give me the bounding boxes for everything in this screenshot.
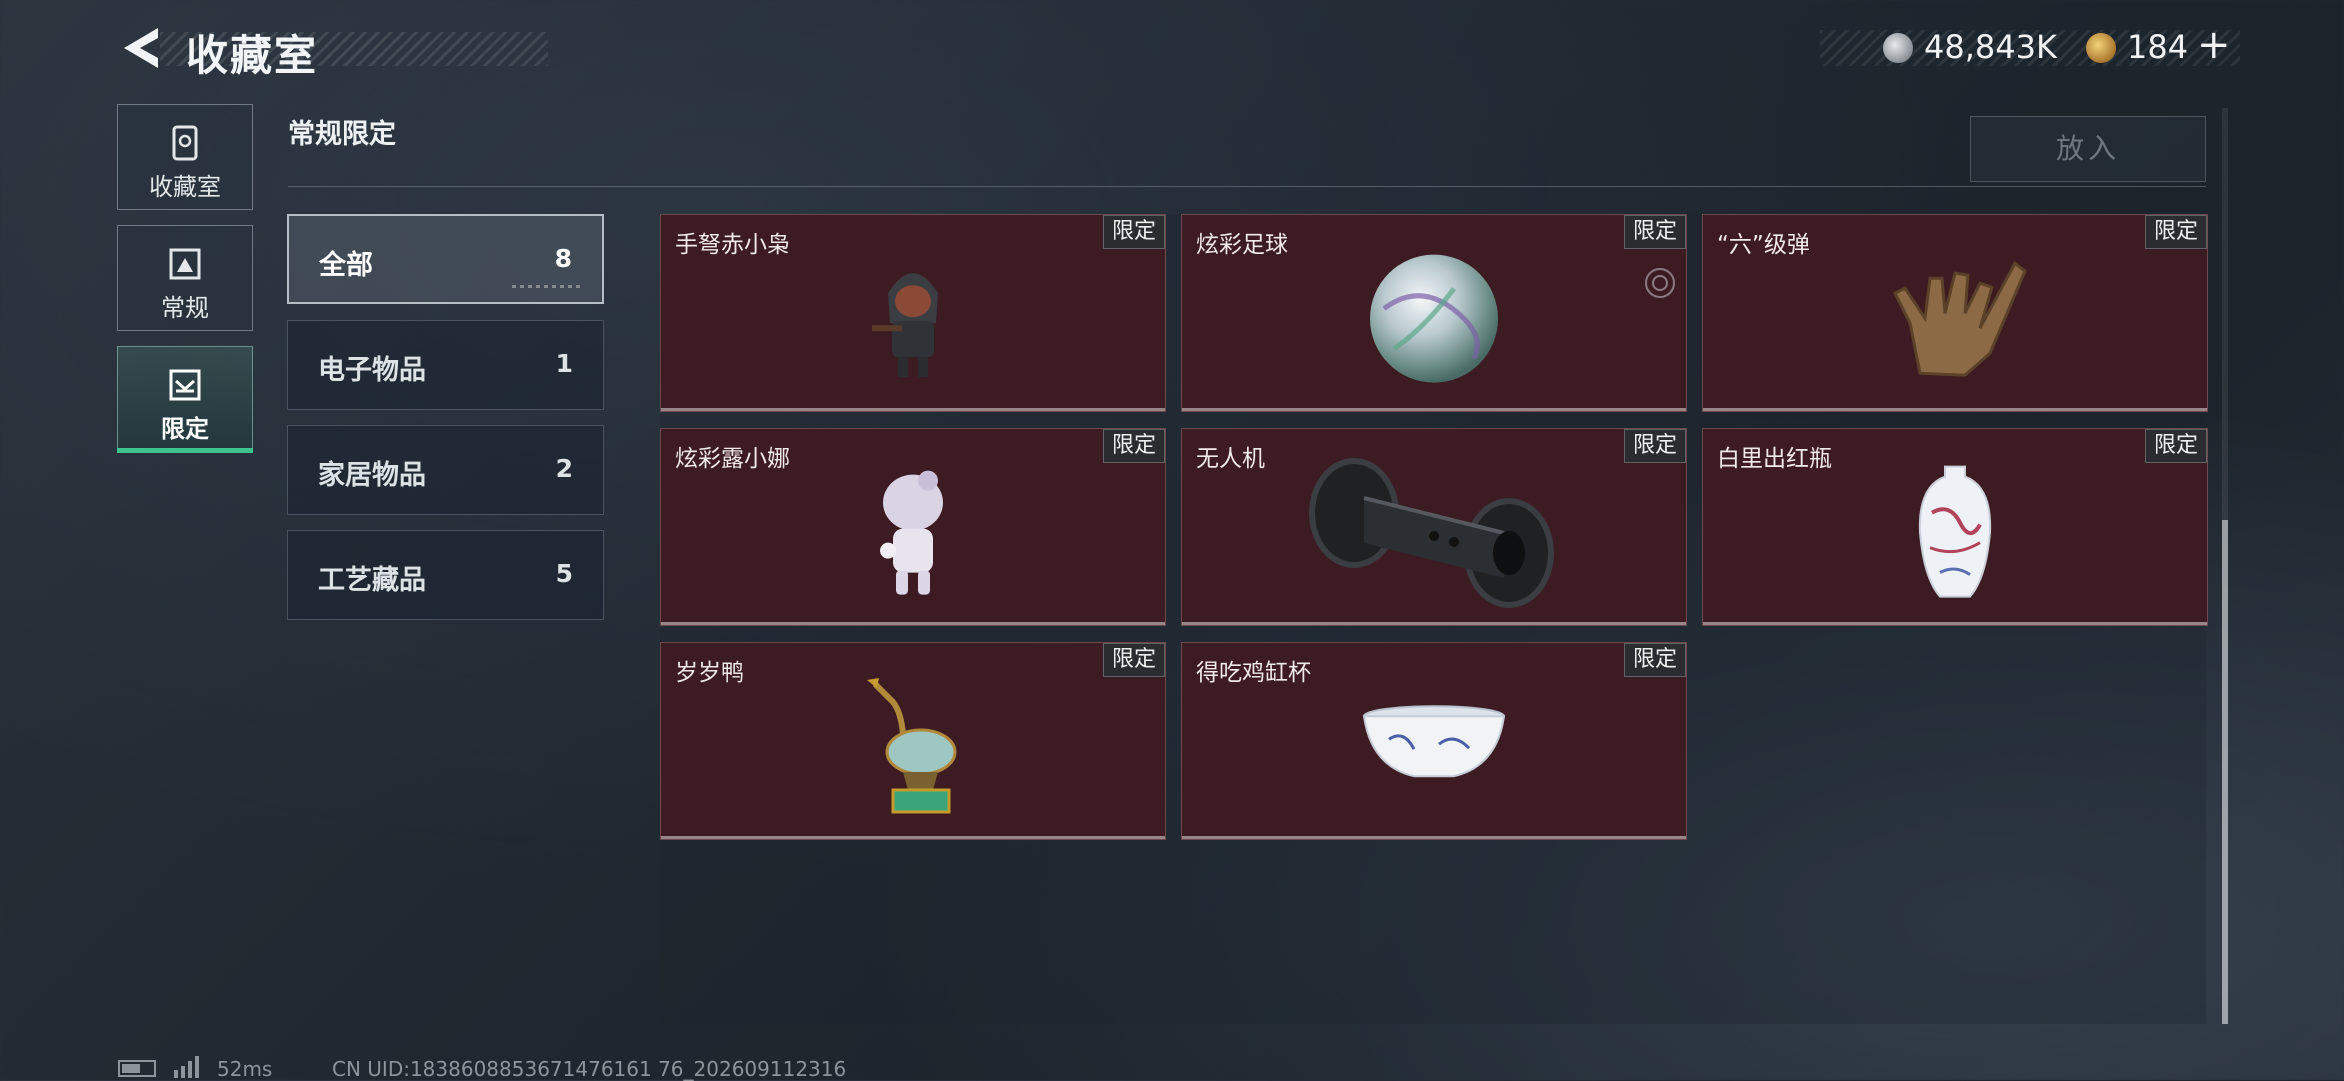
item-card[interactable]: 得吃鸡缸杯 限定 [1181, 642, 1687, 840]
section-divider [288, 186, 2206, 187]
item-name: 岁岁鸭 [675, 660, 744, 686]
item-card[interactable]: 白里出红瓶 限定 [1702, 428, 2208, 626]
uid-text: CN UID:1838608853671476161 76_2026091123… [332, 1057, 847, 1081]
limited-tag: 限定 [1103, 643, 1165, 677]
nav-limited[interactable]: 限定 [117, 346, 253, 452]
limited-tag: 限定 [1103, 429, 1165, 463]
category-name: 电子物品 [318, 355, 426, 386]
bronze-hand-icon [1892, 260, 2027, 377]
currency-secondary-value: 184 [2127, 28, 2189, 66]
limited-icon [169, 369, 201, 401]
category-count: 8 [554, 244, 572, 273]
category-decoration [512, 285, 582, 288]
item-card[interactable]: 炫彩足球 限定 [1181, 214, 1687, 412]
item-card[interactable]: 无人机 限定 [1181, 428, 1687, 626]
limited-tag: 限定 [2145, 429, 2207, 463]
enamel-duck-icon [867, 678, 957, 814]
active-nav-indicator [117, 448, 253, 453]
item-name: 炫彩足球 [1196, 232, 1288, 258]
item-card[interactable]: “六”级弹 限定 [1702, 214, 2208, 412]
item-name: 手弩赤小枭 [675, 232, 790, 258]
ping-value: 52ms [217, 1057, 273, 1081]
item-card[interactable]: 手弩赤小枭 限定 [660, 214, 1166, 412]
limited-tag: 限定 [2145, 215, 2207, 249]
nav-collection[interactable]: 收藏室 [117, 104, 253, 210]
nav-label: 收藏室 [149, 173, 221, 201]
item-card[interactable]: 岁岁鸭 限定 [660, 642, 1166, 840]
drone-roller-icon [1309, 458, 1554, 608]
add-currency-button[interactable]: + [2197, 22, 2231, 68]
gold-coin-icon [2086, 33, 2116, 63]
currency-primary-value: 48,843K [1924, 28, 2057, 66]
category-count: 5 [555, 559, 573, 588]
item-name: 炫彩露小娜 [675, 446, 790, 472]
category-count: 2 [555, 454, 573, 483]
item-name: “六”级弹 [1717, 232, 1810, 258]
category-name: 工艺藏品 [318, 565, 426, 596]
silver-coin-icon [1883, 33, 1913, 63]
porcelain-vase-icon [1918, 465, 1992, 598]
item-card[interactable]: 炫彩露小娜 限定 [660, 428, 1166, 626]
back-arrow-icon[interactable] [118, 24, 162, 72]
nav-label: 限定 [161, 415, 209, 443]
category-electronics[interactable]: 电子物品 1 [287, 320, 604, 410]
category-name: 全部 [319, 250, 373, 281]
category-all[interactable]: 全部 8 [287, 214, 604, 304]
signal-icon [174, 1056, 199, 1078]
item-name: 无人机 [1196, 446, 1265, 472]
hooded-figure-icon [872, 273, 938, 378]
category-crafts[interactable]: 工艺藏品 5 [287, 530, 604, 620]
category-count: 1 [555, 349, 573, 378]
page-title: 收藏室 [186, 31, 319, 80]
item-name: 得吃鸡缸杯 [1196, 660, 1311, 686]
limited-tag: 限定 [1103, 215, 1165, 249]
category-home[interactable]: 家居物品 2 [287, 425, 604, 515]
nav-regular[interactable]: 常规 [117, 225, 253, 331]
limited-tag: 限定 [1624, 429, 1686, 463]
regular-icon [169, 248, 201, 280]
iridescent-ball-icon [1370, 254, 1498, 383]
limited-tag: 限定 [1624, 215, 1686, 249]
collection-icon [172, 125, 198, 161]
white-figurine-icon [880, 470, 943, 595]
item-name: 白里出红瓶 [1717, 446, 1832, 472]
place-button[interactable]: 放入 [1970, 116, 2206, 182]
category-name: 家居物品 [318, 460, 426, 491]
battery-icon [118, 1060, 156, 1077]
scrollbar-thumb[interactable] [2222, 520, 2228, 1024]
nav-label: 常规 [161, 294, 209, 322]
target-decoration-icon [1645, 268, 1675, 298]
porcelain-cup-icon [1362, 705, 1506, 778]
section-title: 常规限定 [288, 119, 396, 150]
limited-tag: 限定 [1624, 643, 1686, 677]
